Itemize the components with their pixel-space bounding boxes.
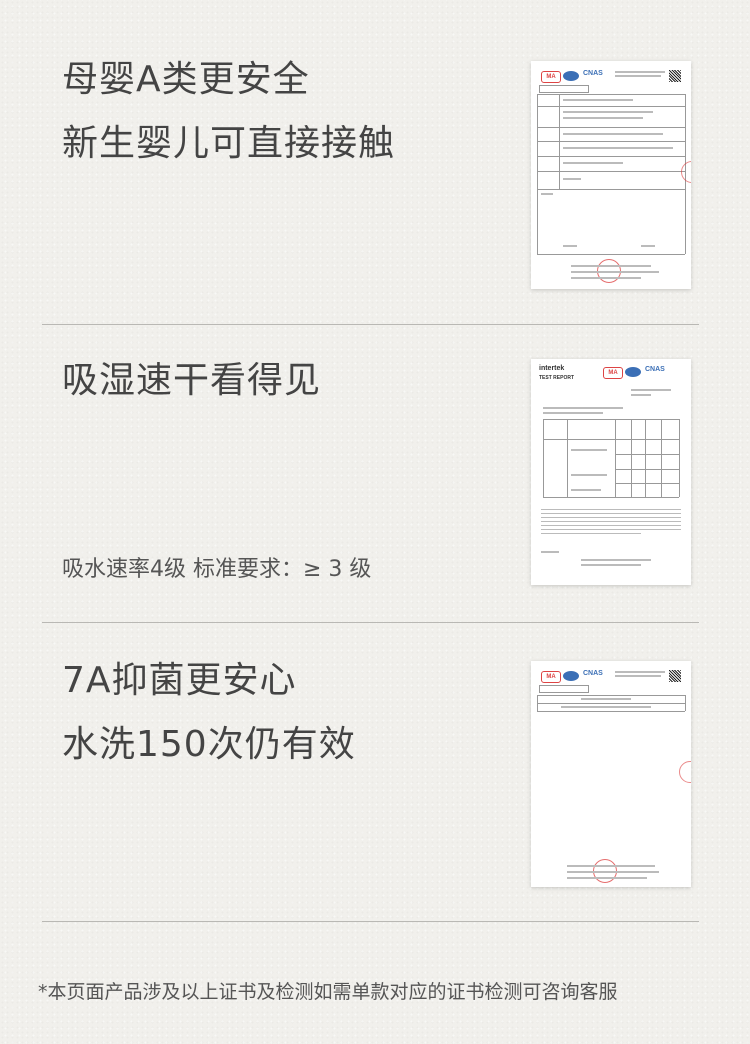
section-divider	[42, 921, 699, 922]
section-2-headline: 吸湿速干看得见	[62, 360, 322, 401]
section-safety: 母婴A类更安全 新生婴儿可直接接触 MA CNAS	[0, 0, 750, 325]
certificate-thumbnail-moisture: intertek TEST REPORT MA CNAS	[531, 359, 691, 585]
certificate-title: TEST REPORT	[539, 375, 575, 381]
ilac-logo-icon	[563, 671, 579, 681]
section-antibacterial: 7A抑菌更安心 水洗150次仍有效 MA CNAS	[0, 623, 750, 923]
intertek-logo: intertek	[539, 365, 565, 372]
section-moisture: 吸湿速干看得见 吸水速率4级 标准要求：≥ 3 级 intertek TEST …	[0, 325, 750, 623]
qr-code-icon	[669, 670, 681, 682]
red-seal-edge-icon	[681, 161, 691, 183]
absorption-rate-note: 吸水速率4级 标准要求：≥ 3 级	[62, 557, 372, 582]
section-3-headline-line-1: 7A抑菌更安心	[62, 660, 297, 701]
cnas-logo-icon: CNAS	[583, 70, 603, 77]
cma-logo-icon: MA	[541, 71, 561, 83]
section-1-headline-line-2: 新生婴儿可直接接触	[62, 123, 396, 164]
certificate-footnote: *本页面产品涉及以上证书及检测如需单款对应的证书检测可咨询客服	[38, 981, 618, 1003]
section-1-headline-line-1: 母婴A类更安全	[62, 59, 310, 100]
cma-logo-icon: MA	[541, 671, 561, 683]
ilac-logo-icon	[563, 71, 579, 81]
section-3-headline-line-2: 水洗150次仍有效	[62, 724, 356, 765]
ilac-logo-icon	[625, 367, 641, 377]
certificate-thumbnail-safety: MA CNAS	[531, 61, 691, 289]
certificate-thumbnail-antibacterial: MA CNAS	[531, 661, 691, 887]
qr-code-icon	[669, 70, 681, 82]
cnas-logo-icon: CNAS	[583, 670, 603, 677]
cnas-logo-icon: CNAS	[645, 366, 665, 373]
cma-logo-icon: MA	[603, 367, 623, 379]
red-seal-edge-icon	[679, 761, 691, 783]
